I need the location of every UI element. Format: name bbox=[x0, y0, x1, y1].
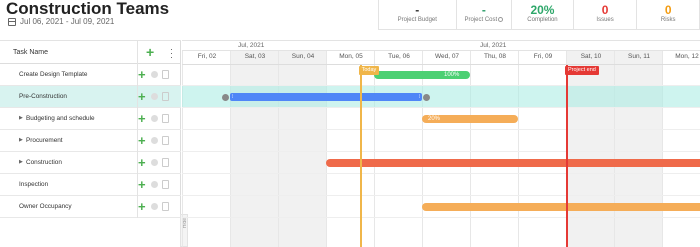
details-icon[interactable] bbox=[162, 202, 169, 211]
add-subtask-icon[interactable]: + bbox=[138, 67, 146, 82]
expand-caret-icon[interactable]: ▶ bbox=[19, 115, 23, 121]
stat-cost-label: Project Cost bbox=[457, 17, 512, 23]
stat-completion: 20% Completion bbox=[512, 0, 574, 29]
stat-issues-label: Issues bbox=[596, 17, 614, 23]
add-subtask-icon[interactable]: + bbox=[138, 199, 146, 214]
task-table-header: Task Name + · · · bbox=[0, 40, 181, 65]
complete-check-icon[interactable] bbox=[151, 159, 158, 166]
column-divider bbox=[137, 41, 138, 65]
stat-issues-value: 0 bbox=[601, 3, 609, 17]
project-end-line bbox=[566, 65, 568, 247]
day-label: Fri, 09 bbox=[533, 53, 553, 60]
details-icon[interactable] bbox=[162, 136, 169, 145]
info-icon[interactable] bbox=[498, 17, 504, 22]
task-name-header: Task Name bbox=[13, 49, 49, 56]
details-icon[interactable] bbox=[162, 114, 169, 123]
task-row[interactable]: ▶ Budgeting and schedule + bbox=[0, 108, 181, 130]
complete-check-icon[interactable] bbox=[151, 203, 158, 210]
task-row[interactable]: Pre-Construction + bbox=[0, 86, 181, 108]
details-icon[interactable] bbox=[162, 180, 169, 189]
today-marker: Today bbox=[358, 66, 380, 75]
expand-caret-icon[interactable]: ▶ bbox=[19, 137, 23, 143]
task-name: Owner Occupancy bbox=[19, 203, 72, 210]
complete-check-icon[interactable] bbox=[151, 115, 158, 122]
stat-completion-label: Completion bbox=[527, 17, 558, 23]
task-row[interactable]: ▶ Construction + bbox=[0, 152, 181, 174]
task-row[interactable]: Inspection + bbox=[0, 174, 181, 196]
add-subtask-icon[interactable]: + bbox=[138, 177, 146, 192]
stat-cost-value: - bbox=[481, 3, 486, 17]
task-bar[interactable] bbox=[422, 203, 700, 211]
day-label: Fri, 02 bbox=[197, 53, 217, 60]
day-label: Sat, 10 bbox=[580, 53, 602, 60]
add-subtask-icon[interactable]: + bbox=[138, 133, 146, 148]
progress-label: 100% bbox=[444, 71, 460, 78]
day-label: Sun, 04 bbox=[291, 53, 315, 60]
complete-check-icon[interactable] bbox=[151, 137, 158, 144]
task-name: Budgeting and schedule bbox=[26, 115, 95, 122]
stat-cost-label-text: Project Cost bbox=[464, 17, 498, 24]
details-icon[interactable] bbox=[162, 158, 169, 167]
add-subtask-icon[interactable]: + bbox=[138, 89, 146, 104]
header: Construction Teams Jul 06, 2021 - Jul 09… bbox=[0, 0, 700, 40]
complete-check-icon[interactable] bbox=[151, 181, 158, 188]
stat-budget-value: - bbox=[415, 3, 420, 17]
details-icon[interactable] bbox=[162, 92, 169, 101]
day-label: Wed, 07 bbox=[434, 53, 460, 60]
details-icon[interactable] bbox=[162, 70, 169, 79]
stat-risks: 0 Risks bbox=[637, 0, 699, 29]
project-stats: - Project Budget - Project Cost 20% Comp… bbox=[378, 0, 700, 30]
stat-risks-value: 0 bbox=[664, 3, 672, 17]
day-label: Sun, 11 bbox=[628, 53, 650, 60]
resize-handle-icon[interactable]: ⁞ bbox=[419, 94, 420, 100]
complete-check-icon[interactable] bbox=[151, 93, 158, 100]
date-range-text: Jul 06, 2021 - Jul 09, 2021 bbox=[20, 17, 115, 26]
stat-completion-value: 20% bbox=[530, 3, 555, 17]
month-label: Jul, 2021 bbox=[238, 42, 265, 49]
stat-budget: - Project Budget bbox=[379, 0, 457, 29]
expand-caret-icon[interactable]: ▶ bbox=[19, 159, 23, 165]
resize-handle-icon[interactable]: ⁞ bbox=[232, 94, 233, 100]
task-table: Task Name + · · · Create Design Template + P… bbox=[0, 40, 181, 247]
timeline-row bbox=[182, 174, 700, 196]
day-label: Sat, 03 bbox=[244, 53, 266, 60]
stat-cost: - Project Cost bbox=[457, 0, 513, 29]
more-options-icon[interactable]: · · · bbox=[170, 45, 173, 62]
month-row: Jul, 2021 Jul, 2021 bbox=[182, 40, 700, 51]
date-range[interactable]: Jul 06, 2021 - Jul 09, 2021 bbox=[8, 17, 114, 26]
month-label: Jul, 2021 bbox=[480, 42, 507, 49]
day-label: Thu, 08 bbox=[483, 53, 507, 60]
task-bar[interactable]: 100% bbox=[374, 71, 470, 79]
stat-budget-label: Project Budget bbox=[397, 17, 437, 23]
complete-check-icon[interactable] bbox=[151, 71, 158, 78]
add-subtask-icon[interactable]: + bbox=[138, 155, 146, 170]
task-bar[interactable] bbox=[326, 159, 700, 167]
progress-label: 20% bbox=[428, 115, 441, 122]
dependency-connector[interactable] bbox=[423, 93, 430, 101]
task-row[interactable]: Create Design Template + bbox=[0, 64, 181, 86]
add-subtask-icon[interactable]: + bbox=[138, 111, 146, 126]
task-name: Create Design Template bbox=[19, 71, 88, 78]
task-row[interactable]: Owner Occupancy + bbox=[0, 196, 181, 218]
task-name: Procurement bbox=[26, 137, 63, 144]
task-bar[interactable]: 20% bbox=[422, 115, 518, 123]
gantt-app: Construction Teams Jul 06, 2021 - Jul 09… bbox=[0, 0, 700, 247]
task-name: Inspection bbox=[19, 181, 49, 188]
calendar-icon bbox=[8, 17, 16, 26]
task-name: Pre-Construction bbox=[19, 93, 67, 100]
task-row[interactable]: ▶ Procurement + bbox=[0, 130, 181, 152]
day-label: Mon, 12 bbox=[675, 53, 699, 60]
task-name: Construction bbox=[26, 159, 62, 166]
task-bar[interactable]: ⁞ ⁞ bbox=[230, 93, 422, 101]
dependency-connector[interactable] bbox=[222, 93, 229, 101]
gantt-timeline: Jul, 2021 Jul, 2021 Fri, 02 Sat, 03 Sun, 0… bbox=[182, 40, 700, 247]
add-task-button[interactable]: + bbox=[146, 44, 154, 60]
day-label: Tue, 06 bbox=[388, 53, 410, 60]
stat-issues: 0 Issues bbox=[574, 0, 638, 29]
today-line bbox=[359, 65, 362, 247]
day-label: Mon, 05 bbox=[339, 53, 363, 60]
project-end-marker: Project end bbox=[565, 66, 599, 75]
timeline-row bbox=[182, 130, 700, 152]
stat-risks-label: Risks bbox=[660, 17, 676, 23]
